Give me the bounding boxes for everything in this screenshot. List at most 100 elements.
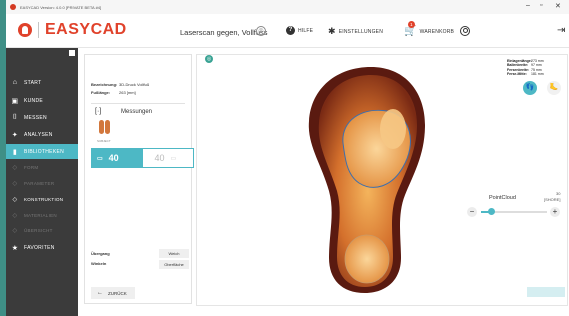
size-option-left[interactable]: ▭ 40 <box>92 149 143 167</box>
user-icon[interactable] <box>460 26 470 36</box>
dimension-value: 181 mm <box>531 71 544 76</box>
logo-divider <box>38 22 39 38</box>
measure-icon: ⌷ <box>12 113 18 121</box>
sidebar-item-label: KONSTRUKTION <box>24 197 64 202</box>
heel-cup <box>344 234 390 284</box>
logo-mark-icon <box>18 23 32 37</box>
slider-decrease-button[interactable]: − <box>467 207 477 217</box>
measurement-card[interactable]: [·] Messungen SUBJECT <box>91 103 185 147</box>
sidebar-item-konstruktion[interactable]: ◇ KONSTRUKTION <box>6 192 78 207</box>
title-bar: EASYCAD Version: 4.0.0 [PRIVATE BETA #4]… <box>6 0 569 14</box>
shore-unit: [SHORE] <box>544 197 561 202</box>
logo[interactable]: EASYCAD <box>18 21 127 39</box>
maximize-button[interactable]: ▫ <box>540 2 542 9</box>
arrow-left-icon: ← <box>97 290 103 296</box>
gear-icon: ✱ <box>328 26 336 36</box>
pointcloud-label: PointCloud <box>489 195 516 201</box>
settings-label: EINSTELLUNGEN <box>338 28 384 35</box>
sidebar-item-materialien[interactable]: ◇ MATERIALIEN <box>6 208 78 223</box>
library-panel: Bezeichnung: 3D-Druck Vollfuß Fußlänge: 26… <box>84 54 194 304</box>
shoe-icon: ▭ <box>170 155 177 162</box>
document-settings-icon[interactable]: ◎ <box>256 26 266 36</box>
back-label: ZURÜCK <box>108 290 127 296</box>
size-value-right: 40 <box>154 153 165 163</box>
overview-icon: ◇ <box>12 228 18 234</box>
help-button[interactable]: ? HILFE <box>286 26 313 35</box>
sidebar-item-messen[interactable]: ⌷ MESSEN <box>6 110 78 125</box>
transition-button[interactable]: Weich <box>159 249 189 258</box>
measurement-subject: SUBJECT <box>97 139 111 143</box>
library-icon: ▮ <box>12 148 18 156</box>
info-key: Bezeichnung: <box>91 82 118 87</box>
measurement-label: Messungen <box>121 109 153 115</box>
window-title: EASYCAD Version: 4.0.0 [PRIVATE BETA #4] <box>20 4 102 10</box>
materials-icon: ◇ <box>12 213 18 219</box>
size-option-right[interactable]: 40 ▭ <box>142 149 193 167</box>
minimize-button[interactable]: – <box>526 2 530 9</box>
home-icon: ⌂ <box>12 79 18 86</box>
view-badge-icon[interactable]: ◎ <box>205 55 213 63</box>
close-button[interactable]: ✕ <box>555 2 561 10</box>
settings-button[interactable]: ✱ EINSTELLUNGEN <box>328 26 383 37</box>
info-value: 3D-Druck Vollfuß <box>119 82 150 87</box>
info-row: Fußlänge: 263 [mm] <box>91 89 149 97</box>
document-title: Laserscan gegen, Vollfuss <box>180 28 268 37</box>
sidebar-item-bibliotheken[interactable]: ▮ BIBLIOTHEKEN <box>6 144 78 159</box>
logo-text: EASYCAD <box>45 21 127 38</box>
sidebar-item-kunde[interactable]: ▣ KUNDE <box>6 93 78 108</box>
sidebar-item-uebersicht[interactable]: ◇ ÜBERSICHT <box>6 223 78 238</box>
sidebar: ⌂ START ▣ KUNDE ⌷ MESSEN ✦ ANALYSEN ▮ BIBLIOT… <box>6 48 78 316</box>
angle-label: Winkeln <box>91 261 107 266</box>
toe-pad <box>380 109 406 149</box>
product-info: Bezeichnung: 3D-Druck Vollfuß Fußlänge: 26… <box>91 81 149 97</box>
help-label: HILFE <box>298 27 314 34</box>
slider-handle[interactable] <box>487 208 495 215</box>
angle-button[interactable]: Oberfläche <box>159 260 189 269</box>
sidebar-item-favoriten[interactable]: ★ FAVORITEN <box>6 240 78 255</box>
sidebar-item-label: BIBLIOTHEKEN <box>24 148 64 155</box>
help-icon: ? <box>286 26 295 35</box>
size-selector[interactable]: ▭ 40 40 ▭ <box>91 148 194 168</box>
info-key: Fußlänge: <box>91 90 111 95</box>
pointcloud-slider[interactable] <box>481 208 547 215</box>
dimension-key: Ferse-Mitte: <box>507 71 527 76</box>
sidebar-item-label: ANALYSEN <box>24 131 53 138</box>
insole-model[interactable] <box>301 63 431 295</box>
sidebar-item-label: MESSEN <box>24 114 47 121</box>
insole-viewer[interactable]: ◎ Einlagenlänge:273 mm Ballenbreite: 97 … <box>196 54 568 306</box>
sidebar-item-start[interactable]: ⌂ START <box>6 75 78 90</box>
logout-icon[interactable]: ⇥ <box>557 25 565 36</box>
form-icon: ◇ <box>12 165 18 171</box>
sidebar-item-label: ÜBERSICHT <box>24 228 53 233</box>
cart-count-badge: 1 <box>408 21 415 28</box>
dimension-row: Ferse-Mitte: 181 mm <box>507 72 544 76</box>
parameter-icon: ◇ <box>12 181 18 187</box>
sidebar-item-parameter[interactable]: ◇ PARAMETER <box>6 176 78 191</box>
transition-label: Übergang <box>91 251 110 256</box>
scan-icon: [·] <box>95 108 102 115</box>
cart-button[interactable]: 🛒 1 WARENKORB <box>404 21 455 37</box>
sidebar-item-label: FAVORITEN <box>24 244 55 251</box>
footprint-view-button[interactable]: 👣 <box>523 81 537 95</box>
foot-side-view-button[interactable]: 🦶 <box>547 81 561 95</box>
analysis-icon: ✦ <box>11 131 19 139</box>
star-icon: ★ <box>11 244 19 252</box>
sidebar-item-form[interactable]: ◇ FORM <box>6 160 78 175</box>
customer-icon: ▣ <box>11 97 19 105</box>
shoe-icon: ▭ <box>97 155 103 162</box>
dimensions-readout: Einlagenlänge:273 mm Ballenbreite: 97 mm … <box>507 59 544 76</box>
sidebar-item-label: MATERIALIEN <box>24 213 57 218</box>
info-row: Bezeichnung: 3D-Druck Vollfuß <box>91 81 149 89</box>
slider-increase-button[interactable]: + <box>550 207 560 217</box>
sidebar-collapse-icon[interactable] <box>69 50 75 56</box>
apply-button[interactable] <box>527 287 565 297</box>
back-button[interactable]: ← ZURÜCK <box>91 287 135 299</box>
size-value-left: 40 <box>108 153 119 163</box>
app-header: EASYCAD Laserscan gegen, Vollfuss ◎ ? HI… <box>6 14 569 48</box>
foot-thumbnail <box>99 120 111 136</box>
app-icon <box>10 4 16 10</box>
sidebar-item-label: FORM <box>24 165 39 170</box>
app-window: EASYCAD Version: 4.0.0 [PRIVATE BETA #4]… <box>6 0 569 316</box>
sidebar-item-analysen[interactable]: ✦ ANALYSEN <box>6 127 78 142</box>
cart-label: WARENKORB <box>419 28 455 35</box>
